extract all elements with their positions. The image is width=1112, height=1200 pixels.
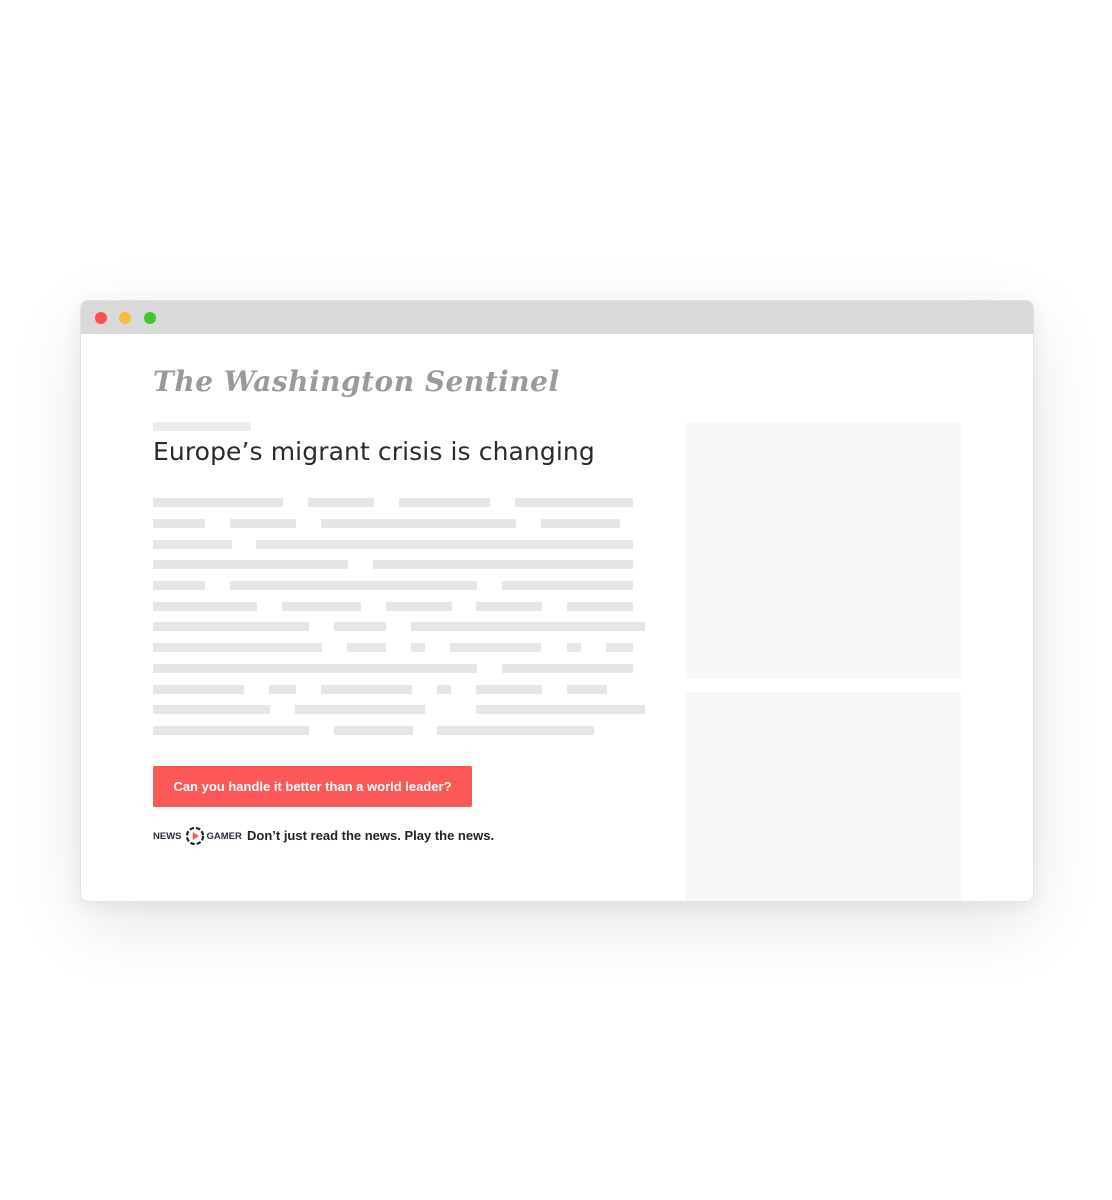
- text-placeholder-bar: [386, 602, 452, 611]
- text-placeholder-bar: [502, 664, 633, 673]
- text-placeholder-bar: [256, 540, 633, 549]
- text-placeholder-bar: [153, 602, 257, 611]
- maximize-window-button[interactable]: [144, 312, 156, 324]
- text-placeholder-bar: [153, 643, 322, 652]
- text-placeholder-bar: [437, 726, 594, 735]
- text-placeholder-bar: [347, 643, 386, 652]
- kicker-placeholder: [153, 422, 251, 431]
- text-placeholder-bar: [373, 560, 633, 569]
- window-titlebar: [81, 301, 1033, 334]
- text-placeholder-bar: [321, 519, 516, 528]
- text-placeholder-bar: [399, 498, 490, 507]
- browser-window: The Washington Sentinel Europe’s migrant…: [80, 300, 1034, 902]
- text-placeholder-bar: [153, 685, 244, 694]
- text-placeholder-bar: [153, 519, 205, 528]
- text-placeholder-bar: [437, 685, 451, 694]
- text-placeholder-bar: [153, 560, 348, 569]
- text-placeholder-bar: [606, 643, 633, 652]
- text-placeholder-bar: [515, 498, 633, 507]
- text-placeholder-bar: [153, 664, 477, 673]
- text-placeholder-bar: [476, 705, 645, 714]
- text-placeholder-bar: [282, 602, 361, 611]
- text-placeholder-bar: [476, 602, 542, 611]
- article-headline: Europe’s migrant crisis is changing: [153, 437, 595, 466]
- text-placeholder-bar: [541, 519, 620, 528]
- text-placeholder-bar: [411, 622, 645, 631]
- text-placeholder-bar: [411, 643, 425, 652]
- text-placeholder-bar: [230, 581, 477, 590]
- logo-gamer-text: GAMER: [206, 830, 242, 842]
- text-placeholder-bar: [321, 685, 412, 694]
- text-placeholder-bar: [269, 685, 296, 694]
- text-placeholder-bar: [153, 622, 309, 631]
- text-placeholder-bar: [295, 705, 425, 714]
- logo-news-text: NEWS: [153, 830, 182, 842]
- text-placeholder-bar: [153, 498, 283, 507]
- text-placeholder-bar: [153, 726, 309, 735]
- text-placeholder-bar: [308, 498, 374, 507]
- text-placeholder-bar: [502, 581, 633, 590]
- text-placeholder-bar: [567, 685, 607, 694]
- close-window-button[interactable]: [95, 312, 107, 324]
- play-game-button[interactable]: Can you handle it better than a world le…: [153, 766, 472, 807]
- text-placeholder-bar: [230, 519, 296, 528]
- text-placeholder-bar: [450, 643, 541, 652]
- text-placeholder-bar: [567, 643, 581, 652]
- text-placeholder-bar: [153, 540, 232, 549]
- play-icon: [185, 827, 204, 845]
- newspaper-masthead: The Washington Sentinel: [153, 365, 560, 398]
- text-placeholder-bar: [153, 705, 270, 714]
- text-placeholder-bar: [334, 726, 413, 735]
- text-placeholder-bar: [567, 602, 633, 611]
- ad-placeholder-top: [686, 422, 961, 679]
- newsgamer-logo[interactable]: NEWS GAMER: [153, 825, 242, 847]
- text-placeholder-bar: [476, 685, 542, 694]
- ad-placeholder-bottom: [686, 692, 961, 901]
- brand-tagline: Don’t just read the news. Play the news.: [247, 828, 495, 843]
- minimize-window-button[interactable]: [119, 312, 131, 324]
- text-placeholder-bar: [334, 622, 386, 631]
- text-placeholder-bar: [153, 581, 205, 590]
